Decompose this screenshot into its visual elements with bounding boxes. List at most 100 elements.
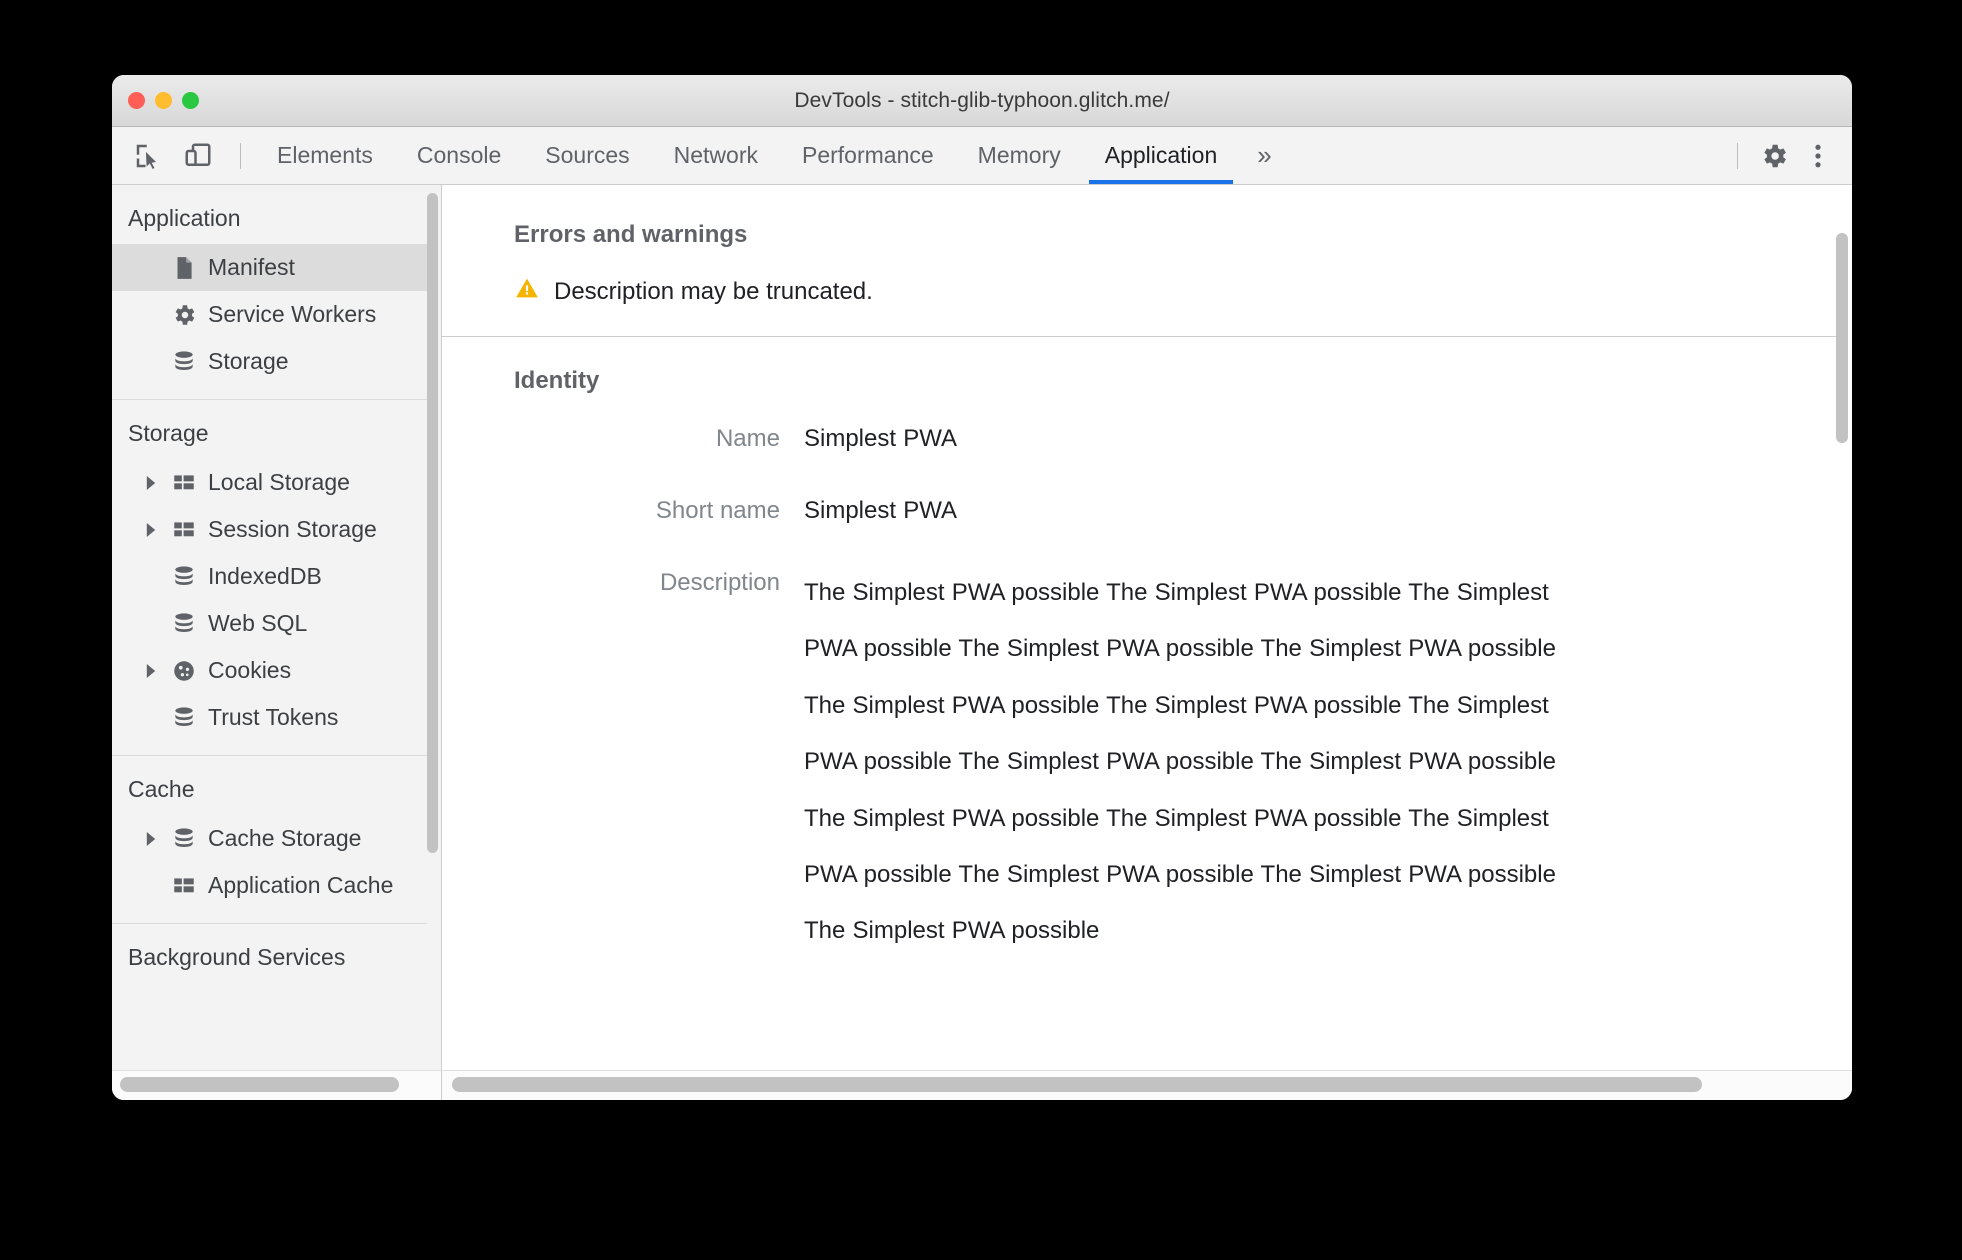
window-title: DevTools - stitch-glib-typhoon.glitch.me… (794, 88, 1170, 112)
table-icon (170, 470, 198, 496)
more-tabs-icon[interactable]: » (1239, 127, 1289, 184)
document-icon (170, 255, 198, 281)
sidebar-item-application-cache[interactable]: Application Cache (112, 862, 427, 909)
sidebar-item-trust-tokens[interactable]: Trust Tokens (112, 694, 427, 741)
identity-section: Identity Name Simplest PWA Short name Si… (442, 337, 1836, 1024)
sidebar-scroll-area: Application Manifest Service Workers Sto… (112, 185, 427, 1100)
inspect-element-icon[interactable] (126, 134, 170, 178)
devtools-tabbar: Elements Console Sources Network Perform… (112, 127, 1852, 185)
tab-label: Performance (802, 142, 934, 168)
tab-label: Elements (277, 142, 373, 168)
tab-label: Sources (545, 142, 630, 168)
tab-label: Memory (977, 142, 1061, 168)
field-short-name: Short name Simplest PWA (514, 493, 1836, 529)
toolbar-icons (126, 127, 255, 184)
tab-sources[interactable]: Sources (523, 127, 651, 184)
sidebar-item-label: Cookies (208, 657, 292, 683)
tab-performance[interactable]: Performance (780, 127, 956, 184)
identity-section-title: Identity (514, 367, 600, 394)
expand-arrow-icon[interactable] (142, 831, 160, 846)
sidebar-item-session-storage[interactable]: Session Storage (112, 506, 427, 553)
field-label: Description (659, 569, 780, 596)
field-label: Name (715, 425, 780, 452)
warning-row: Description may be truncated. (514, 275, 1836, 308)
sidebar-item-label: Manifest (208, 254, 295, 280)
manifest-scroll-area: Errors and warnings Description may be t… (442, 185, 1836, 1100)
field-description: Description The Simplest PWA possible Th… (514, 565, 1836, 960)
sidebar-item-label: Cache Storage (208, 825, 362, 851)
database-icon (170, 826, 198, 852)
sidebar-item-label: Application Cache (208, 872, 394, 898)
scrollbar-thumb[interactable] (452, 1077, 1702, 1092)
errors-section-title: Errors and warnings (514, 221, 748, 248)
tab-label: Console (416, 142, 502, 168)
manifest-horizontal-scrollbar[interactable] (442, 1071, 1852, 1100)
toolbar-divider (240, 142, 241, 169)
sidebar-item-label: Web SQL (208, 610, 308, 636)
cookie-icon (170, 658, 198, 684)
application-sidebar: Application Manifest Service Workers Sto… (112, 185, 442, 1100)
field-name: Name Simplest PWA (514, 421, 1836, 457)
window-titlebar: DevTools - stitch-glib-typhoon.glitch.me… (112, 75, 1852, 127)
warning-message: Description may be truncated. (554, 277, 873, 305)
field-value: Simplest PWA (804, 497, 957, 524)
devtools-window: DevTools - stitch-glib-typhoon.glitch.me… (112, 75, 1852, 1100)
sidebar-item-local-storage[interactable]: Local Storage (112, 459, 427, 506)
errors-and-warnings-section: Errors and warnings Description may be t… (442, 185, 1836, 336)
expand-arrow-icon[interactable] (142, 663, 160, 678)
gear-icon (170, 302, 198, 328)
sidebar-section-application: Application Manifest Service Workers Sto… (112, 185, 427, 385)
database-icon (170, 349, 198, 375)
tab-network[interactable]: Network (652, 127, 780, 184)
sidebar-item-label: Local Storage (208, 469, 350, 495)
tabbar-right-controls (1723, 127, 1852, 184)
tab-elements[interactable]: Elements (255, 127, 395, 184)
sidebar-item-cookies[interactable]: Cookies (112, 647, 427, 694)
sidebar-header-application: Application (128, 205, 241, 231)
sidebar-item-label: IndexedDB (208, 563, 322, 589)
database-icon (170, 611, 198, 637)
manifest-vertical-scrollbar[interactable] (1836, 233, 1848, 443)
toolbar-divider-right (1737, 142, 1738, 169)
sidebar-item-label: Session Storage (208, 516, 377, 542)
sidebar-item-label: Storage (208, 348, 289, 374)
sidebar-item-storage[interactable]: Storage (112, 338, 427, 385)
field-value: The Simplest PWA possible The Simplest P… (804, 579, 1556, 945)
sidebar-section-cache: Cache Cache Storage Application Cache (112, 756, 427, 909)
table-icon (170, 517, 198, 543)
sidebar-item-label: Trust Tokens (208, 704, 339, 730)
devtools-body: Application Manifest Service Workers Sto… (112, 185, 1852, 1100)
sidebar-item-indexeddb[interactable]: IndexedDB (112, 553, 427, 600)
sidebar-vertical-scrollbar[interactable] (427, 193, 438, 853)
panel-tabs: Elements Console Sources Network Perform… (255, 127, 1290, 184)
scrollbar-thumb[interactable] (120, 1077, 399, 1092)
more-vertical-icon[interactable] (1796, 134, 1840, 178)
tab-memory[interactable]: Memory (956, 127, 1083, 184)
tab-console[interactable]: Console (395, 127, 523, 184)
sidebar-item-service-workers[interactable]: Service Workers (112, 291, 427, 338)
field-value: Simplest PWA (804, 425, 957, 452)
sidebar-header-background-services: Background Services (128, 944, 346, 970)
tab-label: Application (1104, 142, 1218, 168)
tab-application[interactable]: Application (1083, 127, 1240, 184)
warning-triangle-icon (514, 275, 540, 308)
sidebar-horizontal-scrollbar[interactable] (112, 1071, 442, 1100)
expand-arrow-icon[interactable] (142, 522, 160, 537)
field-label: Short name (655, 497, 780, 524)
sidebar-item-cache-storage[interactable]: Cache Storage (112, 815, 427, 862)
gear-icon[interactable] (1752, 134, 1796, 178)
sidebar-item-manifest[interactable]: Manifest (112, 244, 427, 291)
sidebar-section-background-services: Background Services (112, 924, 427, 983)
device-toolbar-icon[interactable] (176, 134, 220, 178)
database-icon (170, 564, 198, 590)
bottom-scrollbars (112, 1070, 1852, 1100)
sidebar-item-web-sql[interactable]: Web SQL (112, 600, 427, 647)
expand-arrow-icon[interactable] (142, 475, 160, 490)
database-icon (170, 705, 198, 731)
sidebar-header-storage: Storage (128, 420, 209, 446)
sidebar-item-label: Service Workers (208, 301, 377, 327)
sidebar-section-storage: Storage Local Storage Session Storage In… (112, 400, 427, 741)
sidebar-header-cache: Cache (128, 776, 195, 802)
manifest-panel: Errors and warnings Description may be t… (442, 185, 1852, 1100)
table-icon (170, 873, 198, 899)
